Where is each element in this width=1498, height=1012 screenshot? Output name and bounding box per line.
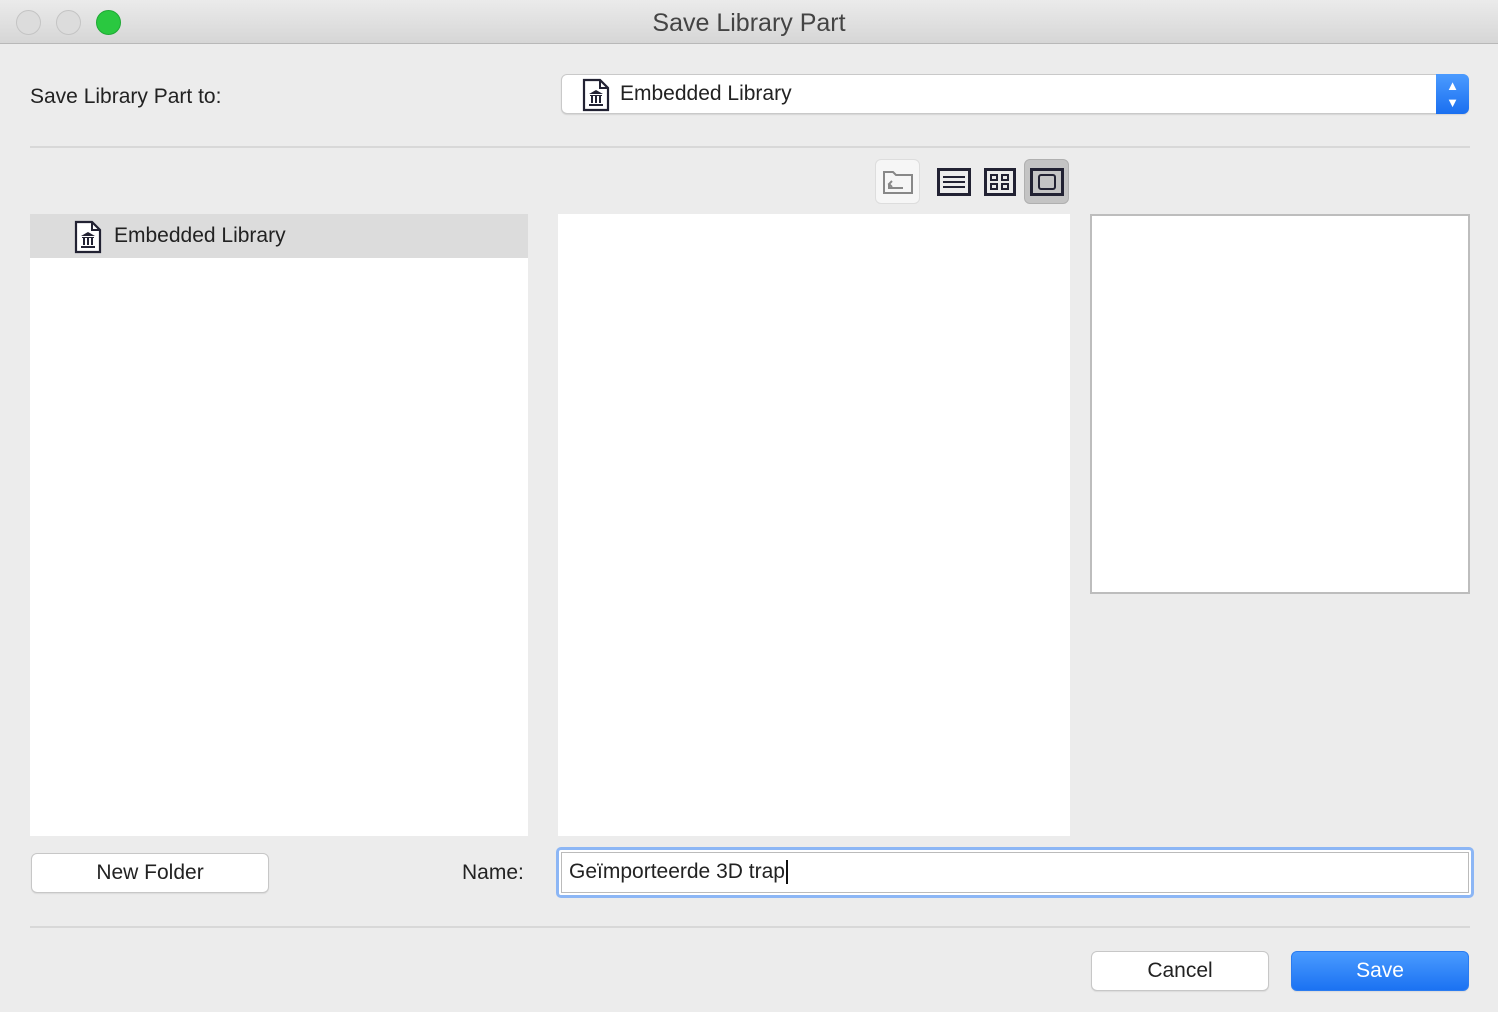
preview-pane	[1090, 214, 1470, 594]
divider	[30, 926, 1470, 928]
preview-view-icon	[1029, 167, 1064, 196]
name-label: Name:	[462, 861, 524, 884]
grid-view-icon	[983, 167, 1016, 196]
chevron-updown-icon: ▲ ▼	[1436, 74, 1469, 114]
new-folder-button[interactable]: New Folder	[31, 853, 269, 893]
tree-item-embedded-library[interactable]: Embedded Library	[30, 214, 528, 258]
save-button[interactable]: Save	[1291, 951, 1469, 991]
list-view-button[interactable]	[931, 159, 976, 204]
title-bar: Save Library Part	[0, 0, 1498, 44]
destination-select[interactable]: Embedded Library ▲ ▼	[561, 74, 1469, 114]
list-view-icon	[936, 167, 971, 196]
destination-value: Embedded Library	[620, 82, 792, 105]
library-document-icon	[74, 220, 102, 254]
folder-up-icon	[882, 170, 913, 194]
name-input[interactable]: Geïmporteerde 3D trap	[556, 847, 1474, 898]
window-title: Save Library Part	[652, 9, 846, 37]
name-input-value: Geïmporteerde 3D trap	[569, 860, 788, 884]
preview-view-button[interactable]	[1024, 159, 1069, 204]
divider	[30, 146, 1470, 148]
grid-view-button[interactable]	[977, 159, 1022, 204]
library-tree[interactable]	[30, 214, 528, 836]
library-document-icon	[582, 78, 610, 112]
cancel-button[interactable]: Cancel	[1091, 951, 1269, 991]
file-list[interactable]	[558, 214, 1070, 836]
tree-item-label: Embedded Library	[114, 224, 286, 247]
parent-folder-button[interactable]	[875, 159, 920, 204]
save-to-label: Save Library Part to:	[30, 85, 222, 108]
